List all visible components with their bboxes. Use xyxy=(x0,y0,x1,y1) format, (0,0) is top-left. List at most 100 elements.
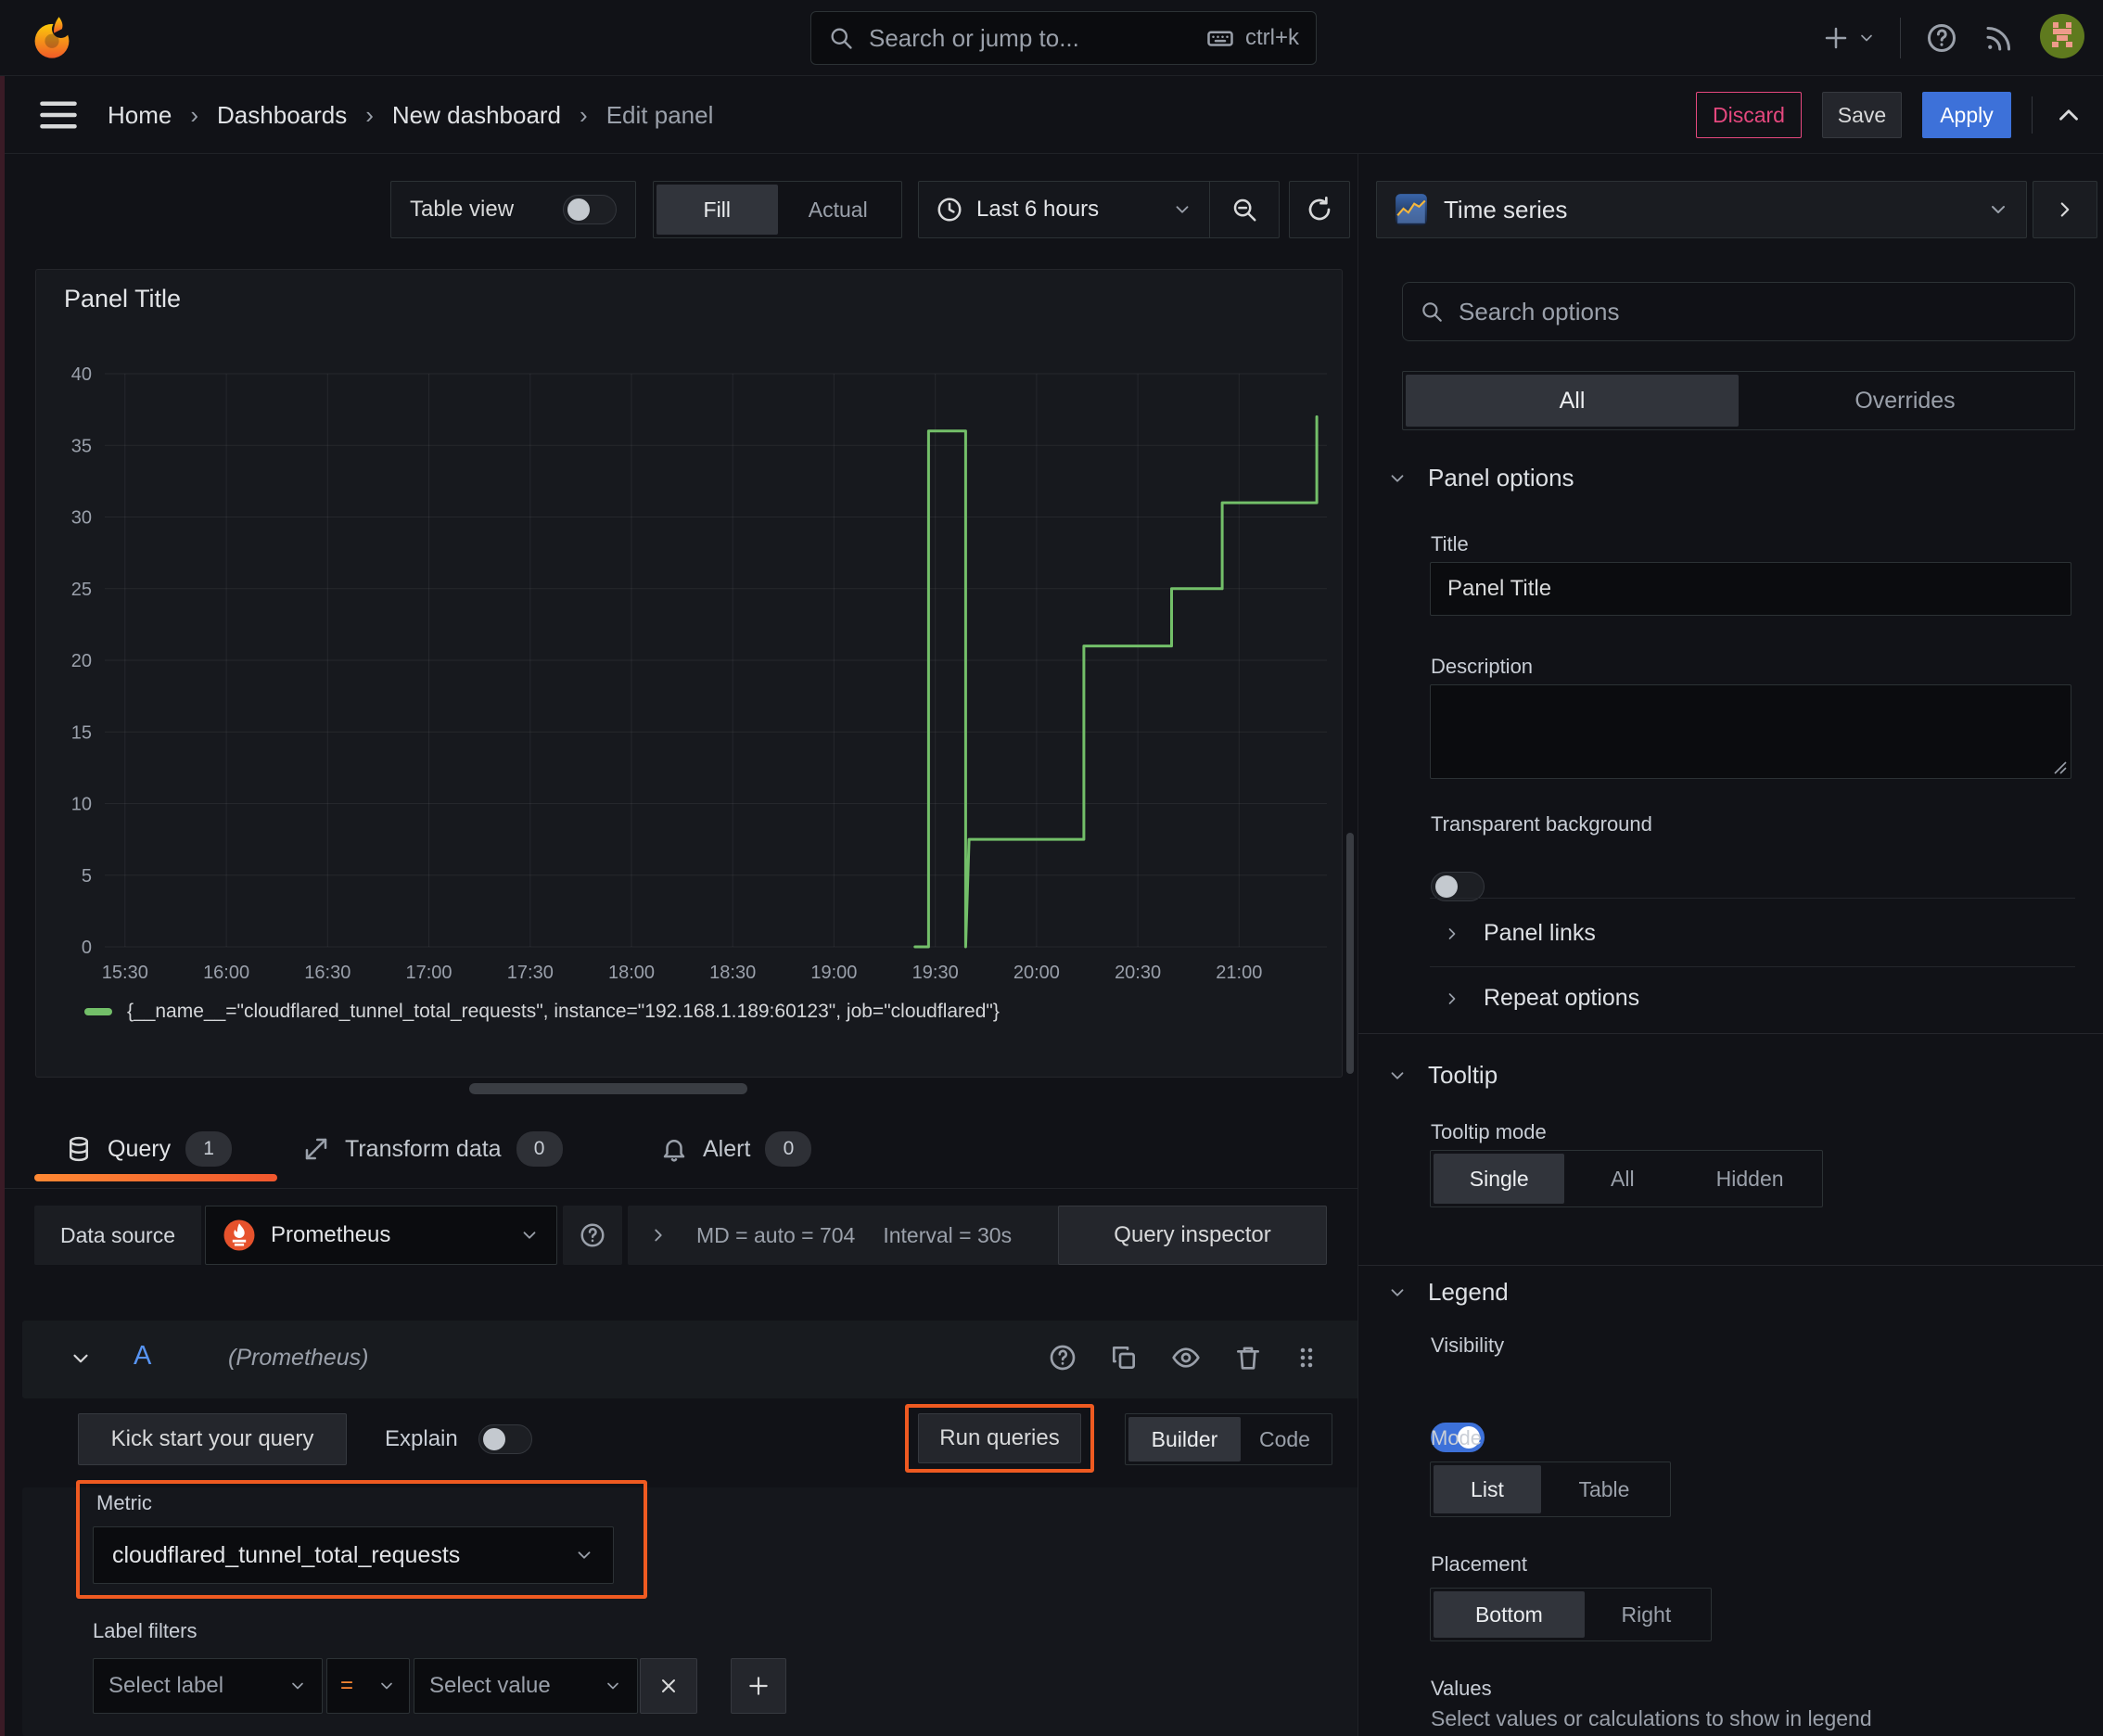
panel-resize-handle[interactable] xyxy=(469,1083,747,1094)
tab-overrides[interactable]: Overrides xyxy=(1739,375,2071,427)
table-view-toggle[interactable] xyxy=(563,195,617,224)
tab-all[interactable]: All xyxy=(1406,375,1739,427)
builder-option[interactable]: Builder xyxy=(1128,1417,1241,1462)
breadcrumb-separator: › xyxy=(580,100,588,129)
time-series-chart[interactable]: 0 5 10 15 20 25 30 35 40 15:30 16:00 16:30 17:00 17:3… xyxy=(36,270,1344,1077)
tab-query[interactable]: Query 1 xyxy=(65,1117,233,1181)
chevron-right-icon xyxy=(1448,927,1456,939)
svg-text:19:00: 19:00 xyxy=(810,963,857,983)
zoom-out-button[interactable] xyxy=(1210,182,1279,237)
svg-text:15:30: 15:30 xyxy=(102,963,148,983)
collapse-header-chevron-up-icon[interactable] xyxy=(2053,99,2084,131)
svg-text:20:30: 20:30 xyxy=(1115,963,1161,983)
legend-placement-right[interactable]: Right xyxy=(1585,1591,1708,1638)
explain-toggle[interactable] xyxy=(478,1424,532,1454)
panel-title-input[interactable] xyxy=(1430,562,2071,616)
description-label: Description xyxy=(1431,655,1534,678)
chevron-down-icon xyxy=(1176,206,1189,213)
query-ref-id[interactable]: A xyxy=(134,1341,151,1372)
grafana-logo[interactable] xyxy=(28,13,76,68)
prometheus-logo-icon xyxy=(223,1219,255,1251)
tooltip-title: Tooltip xyxy=(1428,1061,1498,1089)
breadcrumb-dashboards[interactable]: Dashboards xyxy=(217,101,347,130)
metric-select[interactable]: cloudflared_tunnel_total_requests xyxy=(93,1526,614,1584)
chart-panel: Panel Title 0 5 10 15 20 25 30 35 40 15:30 16:00 16… xyxy=(35,269,1343,1078)
run-queries-button[interactable]: Run queries xyxy=(918,1413,1081,1463)
tooltip-header[interactable]: Tooltip xyxy=(1387,1061,1498,1090)
toggle-visibility-eye-icon[interactable] xyxy=(1170,1343,1202,1372)
toggle-options-pane-button[interactable] xyxy=(2033,181,2097,238)
repeat-options-header[interactable]: Repeat options xyxy=(1443,985,1639,1012)
operator-dropdown[interactable]: = xyxy=(326,1658,410,1714)
fill-option[interactable]: Fill xyxy=(656,185,778,235)
grafana-logo-icon xyxy=(34,17,70,58)
save-button[interactable]: Save xyxy=(1822,92,1902,138)
legend-series-label[interactable]: {__name__="cloudflared_tunnel_total_requ… xyxy=(127,1001,1000,1023)
operator-value: = xyxy=(340,1673,354,1698)
visualization-label: Time series xyxy=(1444,195,1568,223)
metric-label: Metric xyxy=(96,1491,152,1514)
discard-button[interactable]: Discard xyxy=(1696,92,1802,138)
apply-button[interactable]: Apply xyxy=(1922,92,2011,138)
label-filters-label: Label filters xyxy=(93,1619,198,1642)
kickstart-query-button[interactable]: Kick start your query xyxy=(78,1413,347,1465)
menu-toggle-button[interactable] xyxy=(39,100,78,130)
tab-query-count: 1 xyxy=(185,1131,233,1167)
tab-transform-label: Transform data xyxy=(345,1135,502,1162)
chevron-right-icon xyxy=(1448,992,1456,1004)
user-avatar[interactable] xyxy=(2040,13,2084,63)
datasource-label-chip: Data source xyxy=(34,1206,201,1265)
category-divider xyxy=(1358,1033,2103,1034)
news-rss-icon[interactable] xyxy=(1982,21,2016,55)
tooltip-mode-single[interactable]: Single xyxy=(1434,1154,1565,1204)
datasource-picker[interactable]: Prometheus xyxy=(205,1206,557,1265)
panel-links-header[interactable]: Panel links xyxy=(1443,920,1596,947)
tab-alert[interactable]: Alert 0 xyxy=(660,1117,812,1181)
add-filter-button[interactable] xyxy=(731,1658,786,1714)
tab-transform[interactable]: Transform data 0 xyxy=(302,1117,563,1181)
svg-text:40: 40 xyxy=(71,364,92,385)
bell-icon xyxy=(663,1140,685,1162)
actual-option[interactable]: Actual xyxy=(778,185,899,235)
select-label-dropdown[interactable]: Select label xyxy=(93,1658,323,1714)
visualization-picker[interactable]: Time series xyxy=(1376,181,2027,238)
query-collapse-button[interactable] xyxy=(69,1347,93,1371)
duplicate-query-icon[interactable] xyxy=(1109,1343,1139,1372)
refresh-button[interactable] xyxy=(1289,181,1350,238)
search-shortcut: ctrl+k xyxy=(1244,25,1299,50)
query-options-bar[interactable]: MD = auto = 704 Interval = 30s xyxy=(628,1206,1110,1265)
breadcrumb-separator: › xyxy=(365,100,374,129)
select-value-dropdown[interactable]: Select value xyxy=(414,1658,638,1714)
tab-query-label: Query xyxy=(108,1135,172,1162)
breadcrumb-separator: › xyxy=(190,100,199,129)
code-option[interactable]: Code xyxy=(1241,1417,1329,1462)
time-range-picker[interactable]: Last 6 hours xyxy=(919,182,1209,237)
breadcrumb-home[interactable]: Home xyxy=(108,101,172,130)
transform-icon xyxy=(305,1138,327,1160)
help-icon[interactable] xyxy=(1925,21,1958,55)
panel-description-input[interactable] xyxy=(1430,684,2071,779)
legend-placement-bottom[interactable]: Bottom xyxy=(1434,1591,1585,1638)
avatar-image xyxy=(2040,13,2084,58)
legend-mode-table[interactable]: Table xyxy=(1541,1465,1667,1513)
options-search-placeholder: Search options xyxy=(1459,297,1620,326)
delete-query-trash-icon[interactable] xyxy=(1233,1343,1263,1372)
remove-filter-button[interactable] xyxy=(640,1658,697,1714)
tooltip-mode-all[interactable]: All xyxy=(1564,1154,1680,1204)
add-new-button[interactable] xyxy=(1822,24,1876,52)
breadcrumb-new-dashboard[interactable]: New dashboard xyxy=(392,101,561,130)
options-search[interactable]: Search options xyxy=(1402,282,2075,341)
tooltip-mode-label: Tooltip mode xyxy=(1431,1120,1547,1143)
legend-series-marker[interactable] xyxy=(84,1008,112,1015)
textarea-resize-grip-icon[interactable] xyxy=(2051,759,2068,775)
panel-options-header[interactable]: Panel options xyxy=(1387,464,1574,492)
query-help-icon[interactable] xyxy=(1048,1343,1077,1372)
drag-handle-grip-icon[interactable] xyxy=(1294,1343,1319,1372)
legend-mode-list[interactable]: List xyxy=(1434,1465,1541,1513)
query-inspector-button[interactable]: Query inspector xyxy=(1058,1206,1327,1265)
global-search[interactable]: Search or jump to... ctrl+k xyxy=(810,11,1317,65)
tooltip-mode-hidden[interactable]: Hidden xyxy=(1680,1154,1819,1204)
legend-header[interactable]: Legend xyxy=(1387,1278,1509,1307)
main-scrollbar[interactable] xyxy=(1346,833,1354,1074)
datasource-help-button[interactable] xyxy=(563,1206,622,1265)
